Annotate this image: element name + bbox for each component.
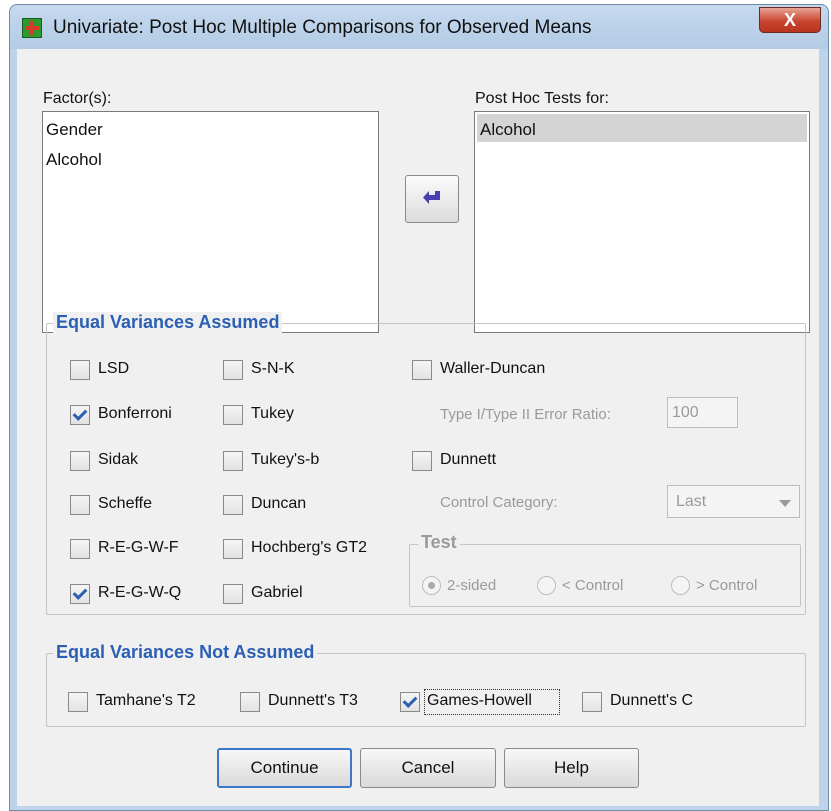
- less-than-control-radio[interactable]: [537, 576, 556, 595]
- dunnetts-t3-checkbox[interactable]: [240, 692, 260, 712]
- window-title: Univariate: Post Hoc Multiple Comparison…: [53, 17, 592, 38]
- dunnett-label: Dunnett: [440, 451, 497, 468]
- tukey-label: Tukey: [251, 405, 294, 422]
- games-howell-label: Games-Howell: [427, 692, 532, 709]
- cancel-button[interactable]: Cancel: [360, 748, 496, 788]
- close-button[interactable]: X: [759, 7, 821, 33]
- equal-variances-assumed-title: Equal Variances Assumed: [53, 312, 283, 333]
- post-hoc-listbox[interactable]: Alcohol: [474, 111, 810, 333]
- move-factor-button[interactable]: [405, 175, 459, 223]
- waller-duncan-label: Waller-Duncan: [440, 360, 546, 377]
- regwf-label: R-E-G-W-F: [98, 539, 179, 556]
- continue-button[interactable]: Continue: [217, 748, 352, 788]
- test-group-title: Test: [418, 532, 460, 553]
- duncan-checkbox[interactable]: [223, 495, 243, 515]
- sidak-label: Sidak: [98, 451, 139, 468]
- scheffe-checkbox[interactable]: [70, 495, 90, 515]
- tukey-checkbox[interactable]: [223, 405, 243, 425]
- control-category-value: Last: [676, 493, 707, 510]
- gabriel-checkbox[interactable]: [223, 584, 243, 604]
- greater-than-control-radio[interactable]: [671, 576, 690, 595]
- dialog-client-area: Factor(s): Gender Alcohol Post Hoc Tests…: [17, 49, 819, 806]
- less-than-control-label: < Control: [562, 577, 624, 594]
- arrow-left-icon: [423, 191, 440, 204]
- duncan-label: Duncan: [251, 495, 307, 512]
- tukeys-b-checkbox[interactable]: [223, 451, 243, 471]
- snk-label: S-N-K: [251, 360, 295, 377]
- help-button[interactable]: Help: [504, 748, 639, 788]
- error-ratio-input[interactable]: 100: [667, 397, 738, 428]
- post-hoc-tests-label: Post Hoc Tests for:: [475, 90, 609, 107]
- chevron-down-icon: [779, 500, 791, 507]
- control-category-select[interactable]: Last: [667, 485, 800, 518]
- two-sided-label: 2-sided: [447, 577, 497, 594]
- dunnetts-t3-label: Dunnett's T3: [268, 692, 358, 709]
- dunnetts-c-label: Dunnett's C: [610, 692, 694, 709]
- regwf-checkbox[interactable]: [70, 539, 90, 559]
- bonferroni-label: Bonferroni: [98, 405, 172, 422]
- lsd-checkbox[interactable]: [70, 360, 90, 380]
- dunnetts-c-checkbox[interactable]: [582, 692, 602, 712]
- spss-app-icon: [22, 18, 42, 38]
- regwq-checkbox[interactable]: [70, 584, 90, 604]
- sidak-checkbox[interactable]: [70, 451, 90, 471]
- control-category-label: Control Category:: [440, 494, 558, 511]
- lsd-label: LSD: [98, 360, 130, 377]
- tamhanes-t2-label: Tamhane's T2: [96, 692, 196, 709]
- regwq-label: R-E-G-W-Q: [98, 584, 182, 601]
- post-hoc-item-alcohol[interactable]: Alcohol: [477, 114, 807, 142]
- hochbergs-gt2-checkbox[interactable]: [223, 539, 243, 559]
- gabriel-label: Gabriel: [251, 584, 303, 601]
- factor-item-gender[interactable]: Gender: [43, 112, 378, 139]
- greater-than-control-label: > Control: [696, 577, 758, 594]
- error-ratio-label: Type I/Type II Error Ratio:: [440, 406, 611, 423]
- waller-duncan-checkbox[interactable]: [412, 360, 432, 380]
- tukeys-b-label: Tukey's-b: [251, 451, 320, 468]
- scheffe-label: Scheffe: [98, 495, 152, 512]
- snk-checkbox[interactable]: [223, 360, 243, 380]
- hochbergs-gt2-label: Hochberg's GT2: [251, 539, 367, 556]
- factors-label: Factor(s):: [43, 90, 112, 107]
- games-howell-checkbox[interactable]: [400, 692, 420, 712]
- factors-listbox[interactable]: Gender Alcohol: [42, 111, 379, 333]
- bonferroni-checkbox[interactable]: [70, 405, 90, 425]
- dialog-window: Univariate: Post Hoc Multiple Comparison…: [9, 4, 829, 811]
- equal-variances-not-assumed-title: Equal Variances Not Assumed: [53, 642, 318, 663]
- dunnett-checkbox[interactable]: [412, 451, 432, 471]
- two-sided-radio[interactable]: [422, 576, 441, 595]
- test-group: [409, 544, 801, 607]
- factor-item-alcohol[interactable]: Alcohol: [43, 138, 378, 170]
- tamhanes-t2-checkbox[interactable]: [68, 692, 88, 712]
